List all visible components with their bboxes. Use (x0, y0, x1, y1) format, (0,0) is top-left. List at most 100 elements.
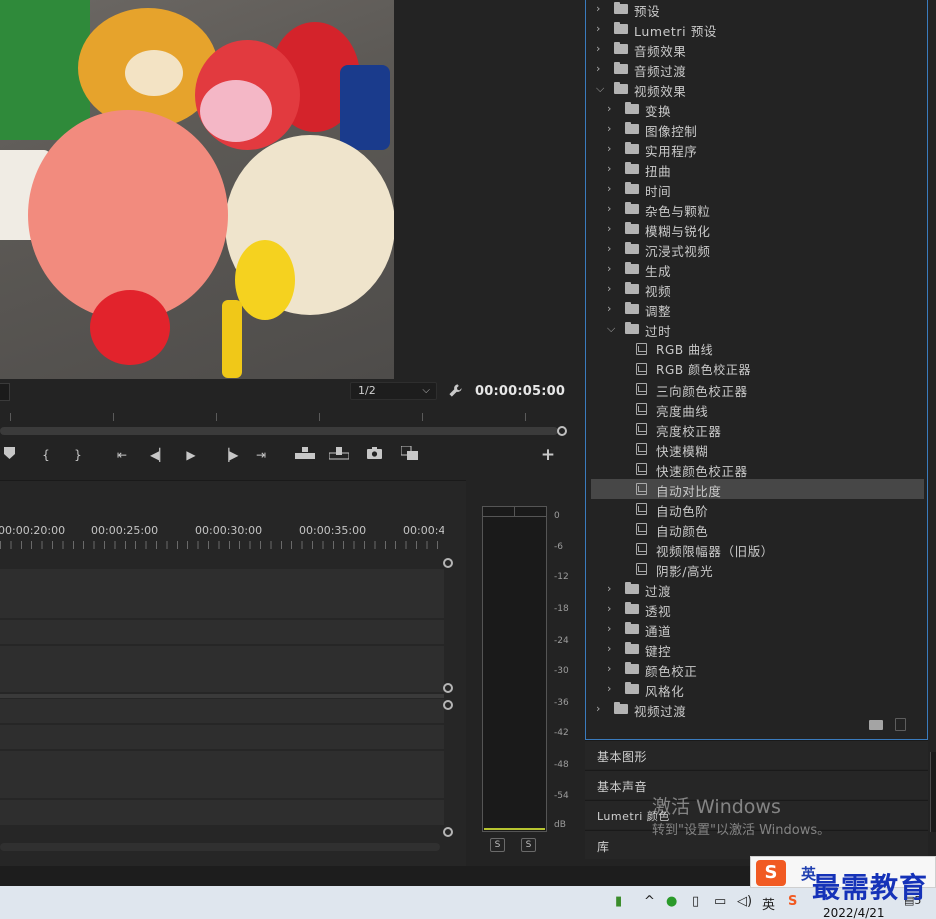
timeline-ruler[interactable]: 00:00:20:00 00:00:25:00 00:00:30:00 00:0… (0, 481, 444, 553)
chevron-right-icon[interactable]: › (596, 2, 606, 15)
effect-folder[interactable]: › 通道 (591, 619, 924, 639)
chevron-right-icon[interactable]: › (607, 582, 617, 595)
sogou-tray-icon[interactable]: S (788, 894, 797, 909)
chevron-right-icon[interactable]: › (596, 702, 606, 715)
camera-icon[interactable] (366, 446, 382, 464)
chevron-right-icon[interactable]: › (596, 22, 606, 35)
chevron-right-icon[interactable]: › (607, 662, 617, 675)
effect-folder[interactable]: › 预设 (591, 0, 924, 19)
panel-essential-graphics[interactable]: 基本图形 (585, 740, 928, 769)
chevron-right-icon[interactable]: › (607, 222, 617, 235)
effect-item[interactable]: 视频限幅器（旧版） (591, 539, 924, 559)
chevron-right-icon[interactable]: › (607, 182, 617, 195)
ime-indicator[interactable]: 英 (762, 894, 775, 913)
chevron-up-icon[interactable]: ^ (644, 894, 655, 909)
zoom-scroll-bar[interactable] (0, 427, 558, 435)
mark-out-icon[interactable]: } (72, 446, 84, 464)
battery-icon[interactable]: ▮ (615, 894, 622, 909)
volume-icon[interactable]: ◁) (737, 894, 752, 909)
zoom-handle[interactable] (557, 426, 567, 436)
effect-item[interactable]: RGB 曲线 (591, 339, 924, 359)
clock-date[interactable]: 2022/4/21 (823, 906, 885, 919)
chevron-right-icon[interactable]: › (607, 642, 617, 655)
chevron-right-icon[interactable]: › (607, 242, 617, 255)
effect-item[interactable]: RGB 颜色校正器 (591, 359, 924, 379)
effect-item[interactable]: 三向颜色校正器 (591, 379, 924, 399)
effect-folder[interactable]: › 杂色与颗粒 (591, 199, 924, 219)
wrench-icon[interactable] (448, 383, 464, 399)
effect-folder[interactable]: › 键控 (591, 639, 924, 659)
effect-item[interactable]: 亮度曲线 (591, 399, 924, 419)
app-tray-icon[interactable]: ● (666, 894, 677, 909)
program-timecode[interactable]: 00:00:05:00 (475, 384, 565, 399)
effect-folder[interactable]: ⌵ 过时 (591, 319, 924, 339)
go-to-out-icon[interactable]: ⇥ (253, 446, 269, 464)
audio-track-a2[interactable] (0, 725, 444, 750)
effect-item[interactable]: 自动色阶 (591, 499, 924, 519)
usb-icon[interactable]: ▯ (692, 894, 699, 909)
effect-item[interactable]: 自动对比度 (591, 479, 924, 499)
audio-track-a3[interactable] (0, 751, 444, 799)
compare-view-icon[interactable] (400, 445, 420, 464)
effect-folder[interactable]: › 过渡 (591, 579, 924, 599)
effect-folder[interactable]: ⌵ 视频效果 (591, 79, 924, 99)
program-scrub-bar[interactable] (0, 410, 567, 440)
video-track-v1[interactable] (0, 646, 444, 693)
effect-item[interactable]: 快速模糊 (591, 439, 924, 459)
insert-icon[interactable] (295, 446, 315, 464)
mark-in-icon[interactable]: { (40, 446, 52, 464)
effect-folder[interactable]: › 音频过渡 (591, 59, 924, 79)
audio-scroll-handle-top[interactable] (443, 700, 453, 710)
chevron-right-icon[interactable]: › (607, 262, 617, 275)
effect-folder[interactable]: › Lumetri 预设 (591, 19, 924, 39)
solo-left-button[interactable]: S (490, 838, 505, 852)
video-audio-divider[interactable] (0, 694, 444, 698)
effect-folder[interactable]: › 沉浸式视频 (591, 239, 924, 259)
chevron-right-icon[interactable]: › (607, 142, 617, 155)
effect-item[interactable]: 自动颜色 (591, 519, 924, 539)
playback-resolution-dropdown[interactable]: 1/2 ⌵ (350, 382, 437, 400)
solo-right-button[interactable]: S (521, 838, 536, 852)
go-to-in-icon[interactable]: ⇤ (114, 446, 130, 464)
chevron-right-icon[interactable]: › (596, 42, 606, 55)
chevron-right-icon[interactable]: › (607, 622, 617, 635)
chevron-right-icon[interactable]: › (607, 122, 617, 135)
audio-track-a1[interactable] (0, 699, 444, 724)
play-icon[interactable]: ▶ (184, 446, 198, 464)
overwrite-icon[interactable] (328, 446, 350, 464)
effect-folder[interactable]: › 音频效果 (591, 39, 924, 59)
network-icon[interactable]: ▭ (714, 894, 726, 909)
add-marker-icon[interactable] (2, 446, 16, 464)
effect-folder[interactable]: › 图像控制 (591, 119, 924, 139)
timeline-horizontal-scrollbar[interactable] (0, 843, 440, 851)
effect-folder[interactable]: › 实用程序 (591, 139, 924, 159)
chevron-right-icon[interactable]: › (596, 62, 606, 75)
chevron-right-icon[interactable]: › (607, 282, 617, 295)
effect-folder[interactable]: › 风格化 (591, 679, 924, 699)
chevron-right-icon[interactable]: › (607, 202, 617, 215)
chevron-right-icon[interactable]: › (607, 302, 617, 315)
video-track-v3[interactable] (0, 569, 444, 619)
effect-folder[interactable]: › 模糊与锐化 (591, 219, 924, 239)
video-scroll-handle-top[interactable] (443, 558, 453, 568)
chevron-right-icon[interactable]: › (607, 102, 617, 115)
new-bin-icon[interactable] (869, 720, 883, 730)
chevron-down-icon[interactable]: ⌵ (596, 82, 606, 96)
effect-folder[interactable]: › 颜色校正 (591, 659, 924, 679)
audio-scroll-handle-bottom[interactable] (443, 827, 453, 837)
effect-item[interactable]: 阴影/高光 (591, 559, 924, 579)
effect-item[interactable]: 亮度校正器 (591, 419, 924, 439)
effect-folder[interactable]: › 扭曲 (591, 159, 924, 179)
video-track-v2[interactable] (0, 620, 444, 645)
chevron-right-icon[interactable]: › (607, 602, 617, 615)
step-back-icon[interactable]: ◀▏ (150, 446, 168, 464)
chevron-down-icon[interactable]: ⌵ (607, 322, 617, 336)
effect-folder[interactable]: › 变换 (591, 99, 924, 119)
chevron-right-icon[interactable]: › (607, 162, 617, 175)
effect-folder[interactable]: › 视频过渡 (591, 699, 924, 719)
zoom-fit-dropdown[interactable] (0, 383, 10, 401)
effect-folder[interactable]: › 调整 (591, 299, 924, 319)
video-preview[interactable] (0, 0, 394, 379)
trash-icon[interactable] (895, 718, 906, 731)
effect-folder[interactable]: › 生成 (591, 259, 924, 279)
